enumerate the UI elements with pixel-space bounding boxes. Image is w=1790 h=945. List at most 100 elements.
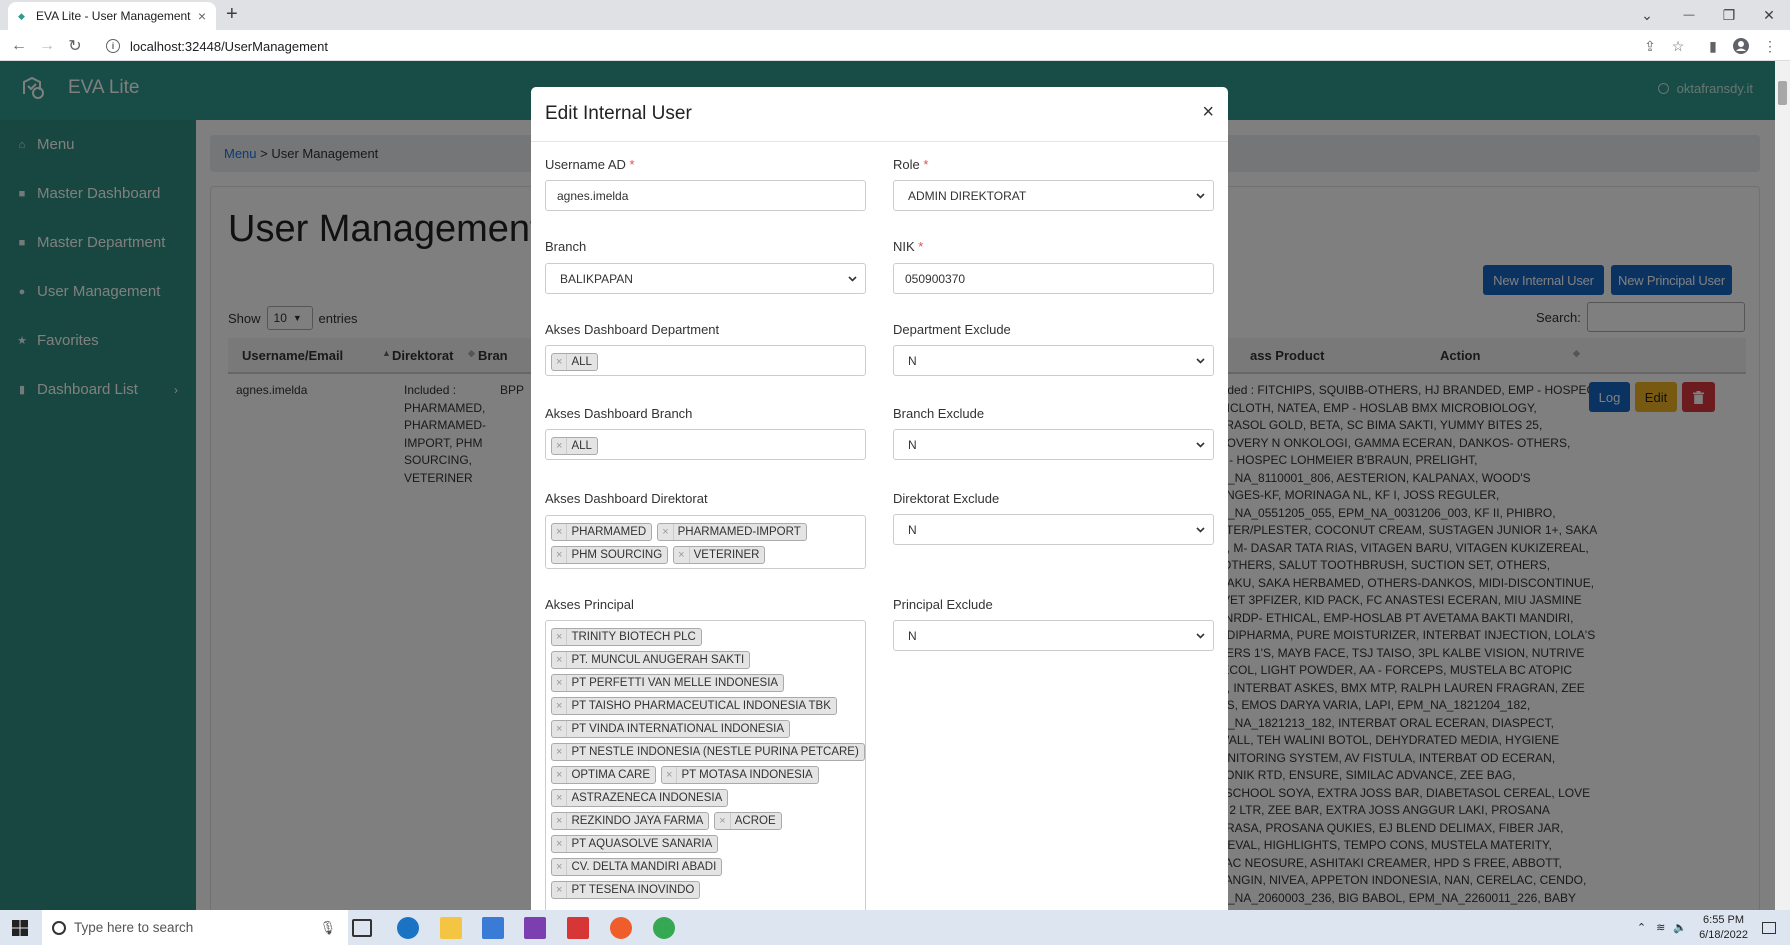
chip-remove-button[interactable]: × — [552, 437, 568, 454]
chip-remove-button[interactable]: × — [552, 628, 568, 645]
chip-remove-button[interactable]: × — [552, 766, 568, 783]
forward-button[interactable]: → — [35, 35, 59, 57]
required-mark: * — [918, 239, 924, 254]
chip-label: CV. DELTA MANDIRI ABADI — [571, 860, 717, 873]
taskbar-search-box[interactable]: Type here to search 🎙 — [42, 910, 348, 945]
chip-remove-button[interactable]: × — [552, 812, 568, 829]
chevron-down-icon — [1196, 525, 1205, 534]
windows-start-icon[interactable] — [12, 920, 28, 936]
principal-exclude-select[interactable]: N — [893, 620, 1214, 651]
akses-branch-multiselect[interactable]: × ALL — [545, 429, 866, 460]
chevron-down-icon — [848, 274, 857, 283]
chip-remove-button[interactable]: × — [552, 546, 568, 563]
role-label: Role * — [893, 157, 928, 172]
notification-icon[interactable] — [1762, 921, 1776, 934]
nik-input[interactable]: 050900370 — [893, 263, 1214, 294]
department-exclude-select[interactable]: N — [893, 345, 1214, 376]
task-view-icon[interactable] — [352, 919, 372, 937]
selected-chip: × VETERINER — [673, 545, 766, 564]
chip-remove-button[interactable]: × — [552, 651, 568, 668]
visual-studio-icon[interactable] — [524, 917, 546, 939]
chip-remove-button[interactable]: × — [552, 789, 568, 806]
chip-remove-button[interactable]: × — [552, 523, 568, 540]
label-text: Role — [893, 157, 920, 172]
akses-principal-label: Akses Principal — [545, 597, 634, 612]
selected-chip: × PT TAISHO PHARMACEUTICAL INDONESIA TBK — [551, 696, 837, 715]
role-select[interactable]: ADMIN DIREKTORAT — [893, 180, 1214, 211]
chip-label: PT NESTLE INDONESIA (NESTLE PURINA PETCA… — [571, 745, 859, 758]
postman-icon[interactable] — [610, 917, 632, 939]
chevron-down-icon — [1196, 440, 1205, 449]
taskbar-search-placeholder: Type here to search — [74, 920, 194, 935]
chip-remove-button[interactable]: × — [658, 523, 674, 540]
chip-remove-button[interactable]: × — [552, 858, 568, 875]
anydesk-icon[interactable] — [567, 917, 589, 939]
new-tab-button[interactable]: + — [226, 3, 238, 26]
modal-close-button[interactable]: × — [1202, 101, 1214, 124]
select-value: BALIKPAPAN — [560, 271, 633, 286]
akses-principal-multiselect[interactable]: × TRINITY BIOTECH PLC × PT. MUNCUL ANUGERA… — [545, 620, 866, 920]
chip-label: PT TESENA INOVINDO — [571, 883, 695, 896]
chip-remove-button[interactable]: × — [552, 743, 568, 760]
address-bar-row: ← → ↻ i localhost:32448/UserManagement ⇪… — [0, 30, 1790, 61]
chip-remove-button[interactable]: × — [674, 546, 690, 563]
profile-avatar-icon[interactable] — [1732, 37, 1750, 55]
akses-direktorat-multiselect[interactable]: × PHARMAMED × PHARMAMED-IMPORT × PHM SOURCI… — [545, 515, 866, 569]
browser-tab[interactable]: ◆ EVA Lite - User Management × — [8, 2, 216, 30]
selected-chip: × PHARMAMED-IMPORT — [657, 522, 807, 541]
window-close-button[interactable]: ✕ — [1746, 0, 1790, 30]
tray-chevron-icon[interactable]: ⌃ — [1637, 921, 1646, 934]
tab-search-chevron-icon[interactable]: ⌄ — [1624, 0, 1670, 30]
chip-remove-button[interactable]: × — [552, 720, 568, 737]
bookmark-star-icon[interactable]: ☆ — [1669, 37, 1687, 55]
side-panel-icon[interactable]: ▮ — [1704, 37, 1722, 55]
edge-browser-icon[interactable] — [397, 917, 419, 939]
favicon-icon: ◆ — [18, 11, 25, 21]
url-bar[interactable]: i localhost:32448/UserManagement — [100, 34, 1620, 58]
chip-label: PHARMAMED-IMPORT — [677, 525, 801, 538]
chip-label: REZKINDO JAYA FARMA — [571, 814, 704, 827]
back-button[interactable]: ← — [7, 35, 31, 57]
clock[interactable]: 6:55 PM 6/18/2022 — [1699, 913, 1748, 943]
reload-button[interactable]: ↻ — [63, 35, 87, 57]
chip-remove-button[interactable]: × — [552, 835, 568, 852]
tab-close-button[interactable]: × — [198, 8, 206, 24]
chip-remove-button[interactable]: × — [552, 697, 568, 714]
select-value: ADMIN DIREKTORAT — [908, 188, 1027, 203]
site-info-icon[interactable]: i — [106, 39, 120, 53]
chip-remove-button[interactable]: × — [662, 766, 678, 783]
branch-exclude-select[interactable]: N — [893, 429, 1214, 460]
chip-remove-button[interactable]: × — [552, 881, 568, 898]
scrollbar-thumb[interactable] — [1778, 81, 1787, 105]
page-scrollbar[interactable] — [1775, 61, 1790, 910]
select-value: N — [908, 522, 917, 537]
selected-chip: × PT NESTLE INDONESIA (NESTLE PURINA PETC… — [551, 742, 865, 761]
branch-select[interactable]: BALIKPAPAN — [545, 263, 866, 294]
selected-chip: × TRINITY BIOTECH PLC — [551, 627, 702, 646]
chip-label: PT VINDA INTERNATIONAL INDONESIA — [571, 722, 785, 735]
selected-chip: × PT. MUNCUL ANUGERAH SAKTI — [551, 650, 751, 669]
volume-icon[interactable]: 🔈 — [1673, 921, 1687, 934]
chip-label: PT MOTASA INDONESIA — [681, 768, 813, 781]
chip-remove-button[interactable]: × — [552, 353, 568, 370]
chip-remove-button[interactable]: × — [552, 674, 568, 691]
network-icon[interactable]: ≋ — [1656, 921, 1665, 934]
share-icon[interactable]: ⇪ — [1641, 37, 1659, 55]
akses-department-multiselect[interactable]: × ALL — [545, 345, 866, 376]
chrome-icon[interactable] — [653, 917, 675, 939]
selected-chip: × PT PERFETTI VAN MELLE INDONESIA — [551, 673, 785, 692]
chip-remove-button[interactable]: × — [715, 812, 731, 829]
required-mark: * — [629, 157, 635, 172]
akses-direktorat-label: Akses Dashboard Direktorat — [545, 491, 708, 506]
store-icon[interactable] — [482, 917, 504, 939]
username-ad-input[interactable]: agnes.imelda — [545, 180, 866, 211]
chevron-down-icon — [1196, 631, 1205, 640]
selected-chip: × PT TESENA INOVINDO — [551, 880, 701, 899]
browser-menu-icon[interactable]: ⋮ — [1761, 37, 1779, 55]
direktorat-exclude-select[interactable]: N — [893, 514, 1214, 545]
selected-chip: × ALL — [551, 352, 598, 371]
microphone-icon[interactable]: 🎙 — [319, 920, 336, 936]
file-explorer-icon[interactable] — [440, 917, 462, 939]
windows-taskbar: Type here to search 🎙 ⌃ ≋ 🔈 6:55 PM 6/18… — [0, 910, 1790, 945]
browser-tab-strip: ◆ EVA Lite - User Management × + ⌄ — ❐ ✕ — [0, 0, 1790, 30]
